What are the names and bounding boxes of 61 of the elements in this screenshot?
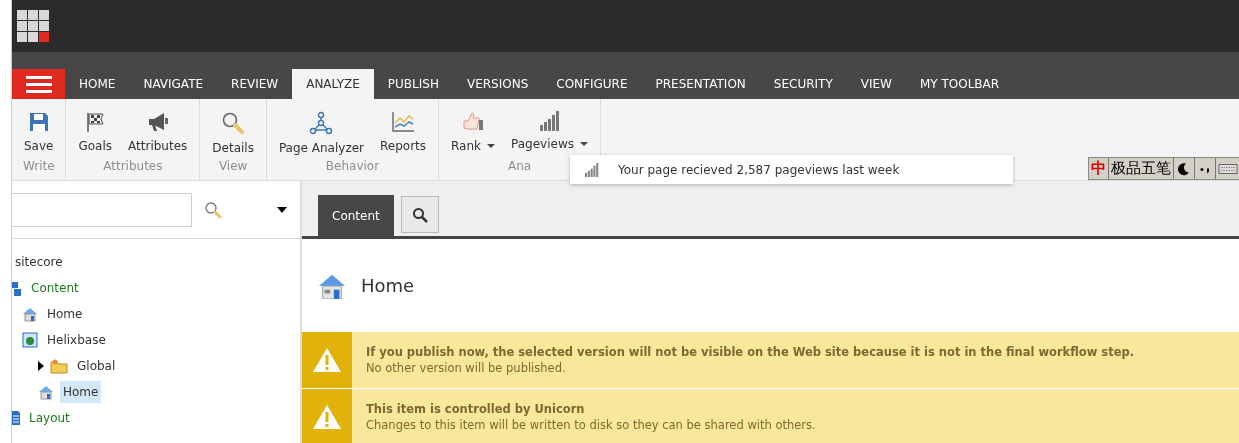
ribbon-button[interactable]: Reports	[374, 111, 433, 157]
tree-item[interactable]: Global	[74, 355, 119, 377]
dropdown-arrow-icon[interactable]	[277, 206, 287, 213]
tree-item[interactable]: sitecore	[12, 251, 66, 273]
ribbon-button[interactable]: Rank	[445, 111, 502, 157]
globe-window-icon	[22, 332, 38, 348]
menu-tab[interactable]: PRESENTATION	[641, 69, 760, 99]
warning-icon	[312, 404, 342, 430]
house-icon	[38, 384, 54, 400]
line-chart-icon	[391, 111, 416, 133]
menu-tab[interactable]: PUBLISH	[373, 69, 453, 99]
tree-item[interactable]: Layout	[26, 407, 73, 429]
tree-item[interactable]: Home	[60, 381, 102, 403]
content-tab[interactable]: Content	[318, 195, 394, 236]
group-label: Behavior	[325, 159, 380, 173]
menu-tab[interactable]: VERSIONS	[452, 69, 543, 99]
menu-tab[interactable]: VIEW	[846, 69, 906, 99]
item-title: Home	[361, 275, 415, 296]
menu-tab[interactable]: NAVIGATE	[129, 69, 218, 99]
pageviews-text: Your page recieved 2,587 pageviews last week	[618, 162, 900, 177]
warning-icon	[312, 347, 342, 373]
checkered-flag-icon	[84, 111, 107, 133]
tree-item[interactable]: Content	[28, 277, 82, 299]
bar-chart-icon	[538, 111, 561, 131]
expand-arrow-icon[interactable]	[38, 361, 44, 371]
tree-item[interactable]: Helixbase	[44, 329, 109, 351]
group-label: View	[218, 159, 248, 173]
house-icon	[317, 272, 347, 299]
input-method-name: 极品五笔	[1109, 158, 1174, 179]
warning-text: Changes to this item will be written to disk so they can be shared with others.	[366, 418, 816, 432]
magnifier-icon	[221, 111, 246, 135]
cube-stack-icon	[12, 280, 22, 296]
folder-icon	[50, 358, 68, 374]
menu-tab[interactable]: ANALYZE	[292, 69, 374, 99]
ribbon-button[interactable]: Page Analyzer	[272, 111, 370, 157]
house-icon	[22, 306, 38, 322]
ribbon-button[interactable]: Save	[18, 111, 60, 157]
menu-tab[interactable]: MY TOOLBAR	[905, 69, 1014, 99]
menu-tab[interactable]: REVIEW	[217, 69, 293, 99]
connected-nodes-icon	[309, 111, 334, 135]
bar-chart-icon	[584, 162, 600, 177]
group-label: Write	[22, 159, 55, 173]
thumbs-up-icon	[461, 111, 486, 133]
search-icon[interactable]	[411, 206, 428, 223]
group-label: Ana	[507, 159, 532, 173]
menu-tab[interactable]: CONFIGURE	[542, 69, 642, 99]
grid-logo-icon[interactable]	[16, 9, 50, 43]
hamburger-menu-icon[interactable]	[25, 75, 52, 93]
menu-button[interactable]	[12, 69, 65, 99]
search-button[interactable]	[400, 196, 439, 233]
menu-tab[interactable]: SECURITY	[759, 69, 847, 99]
ribbon-button[interactable]: Goals	[72, 111, 119, 157]
warning-text: No other version will be published.	[366, 361, 567, 375]
warning-title: If you publish now, the selected version will not be visible on the Web site because it is not in the final workflow step.	[366, 345, 1135, 359]
ribbon-button[interactable]: Attributes	[122, 111, 194, 157]
warning-title: This item is controlled by Unicorn	[366, 402, 586, 416]
search-field[interactable]	[12, 192, 192, 227]
group-label: Attributes	[103, 159, 163, 173]
menu-tab[interactable]: HOME	[65, 69, 130, 99]
ribbon-button[interactable]: Details	[206, 111, 260, 157]
tree-item[interactable]: Home	[44, 303, 86, 325]
